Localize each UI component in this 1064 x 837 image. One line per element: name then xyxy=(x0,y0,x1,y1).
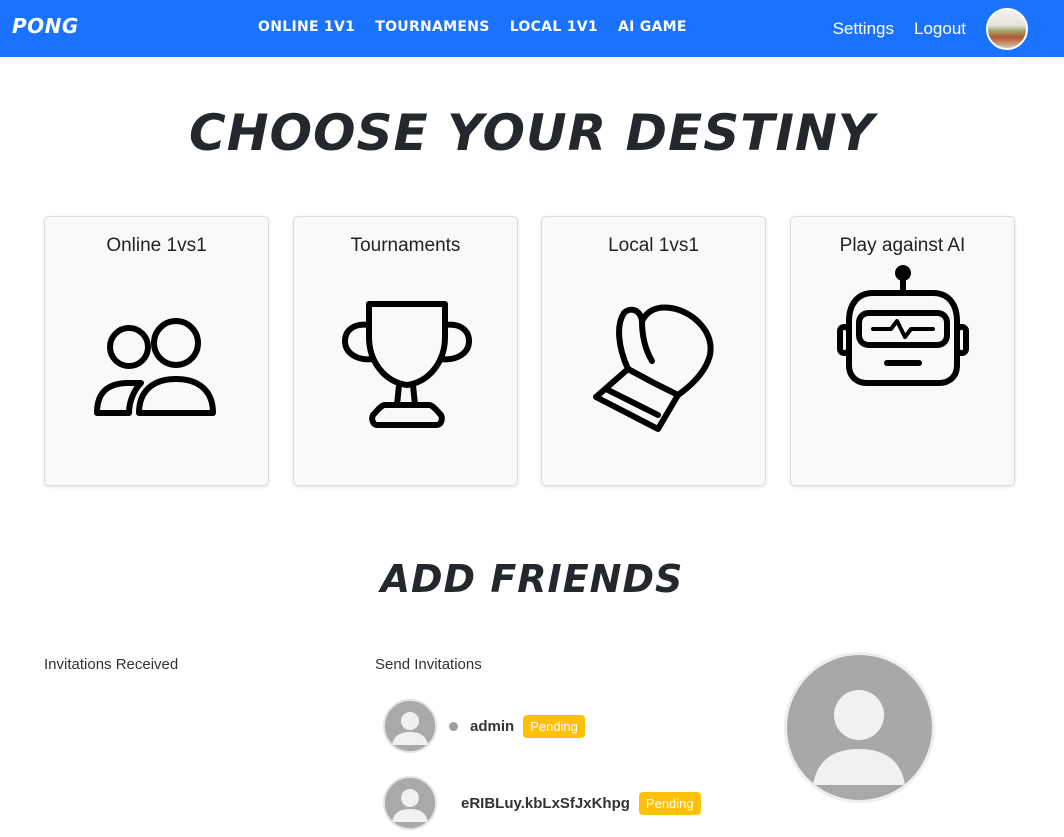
status-badge: Pending xyxy=(638,791,701,815)
nav-link-online-1v1[interactable]: ONLINE 1V1 xyxy=(258,19,355,35)
nav-link-local-1v1[interactable]: LOCAL 1V1 xyxy=(510,19,598,35)
nav-link-tournaments[interactable]: TOURNAMENS xyxy=(375,19,489,35)
card-title: Tournaments xyxy=(350,235,461,256)
status-badge: Pending xyxy=(523,714,585,738)
settings-link[interactable]: Settings xyxy=(833,19,894,39)
nav-links: ONLINE 1V1 TOURNAMENS LOCAL 1V1 AI GAME xyxy=(258,19,687,35)
status-dot xyxy=(449,721,458,731)
card-play-ai[interactable]: Play against AI xyxy=(790,216,1015,486)
robot-icon xyxy=(837,265,969,386)
trophy-icon xyxy=(342,301,472,428)
card-tournaments[interactable]: Tournaments xyxy=(293,216,518,486)
navbar: PONG ONLINE 1V1 TOURNAMENS LOCAL 1V1 AI … xyxy=(0,0,1064,57)
list-item[interactable]: admin Pending xyxy=(383,699,585,753)
send-invitations-title: Send Invitations xyxy=(375,656,482,673)
card-title: Play against AI xyxy=(839,235,966,256)
boxing-glove-icon xyxy=(593,304,714,432)
profile-avatar xyxy=(784,652,935,803)
logout-link[interactable]: Logout xyxy=(914,19,966,39)
invitations-received-title: Invitations Received xyxy=(44,656,179,673)
card-title: Local 1vs1 xyxy=(608,235,699,256)
brand-logo[interactable]: PONG xyxy=(12,14,79,38)
avatar xyxy=(383,776,437,830)
friend-name: eRIBLuy.kbLxSfJxKhpg xyxy=(461,794,630,812)
users-icon xyxy=(94,318,216,416)
friend-name: admin xyxy=(470,717,515,735)
card-title: Online 1vs1 xyxy=(106,235,207,256)
user-avatar[interactable] xyxy=(986,8,1028,50)
list-item[interactable]: eRIBLuy.kbLxSfJxKhpg Pending xyxy=(383,776,701,830)
card-online-1vs1[interactable]: Online 1vs1 xyxy=(44,216,269,486)
nav-right: Settings Logout xyxy=(833,8,1028,50)
card-local-1vs1[interactable]: Local 1vs1 xyxy=(541,216,766,486)
avatar xyxy=(383,699,437,753)
page-title: CHOOSE YOUR DESTINY xyxy=(189,104,875,162)
section-title-add-friends: ADD FRIENDS xyxy=(380,557,684,601)
nav-link-ai-game[interactable]: AI GAME xyxy=(618,19,687,35)
